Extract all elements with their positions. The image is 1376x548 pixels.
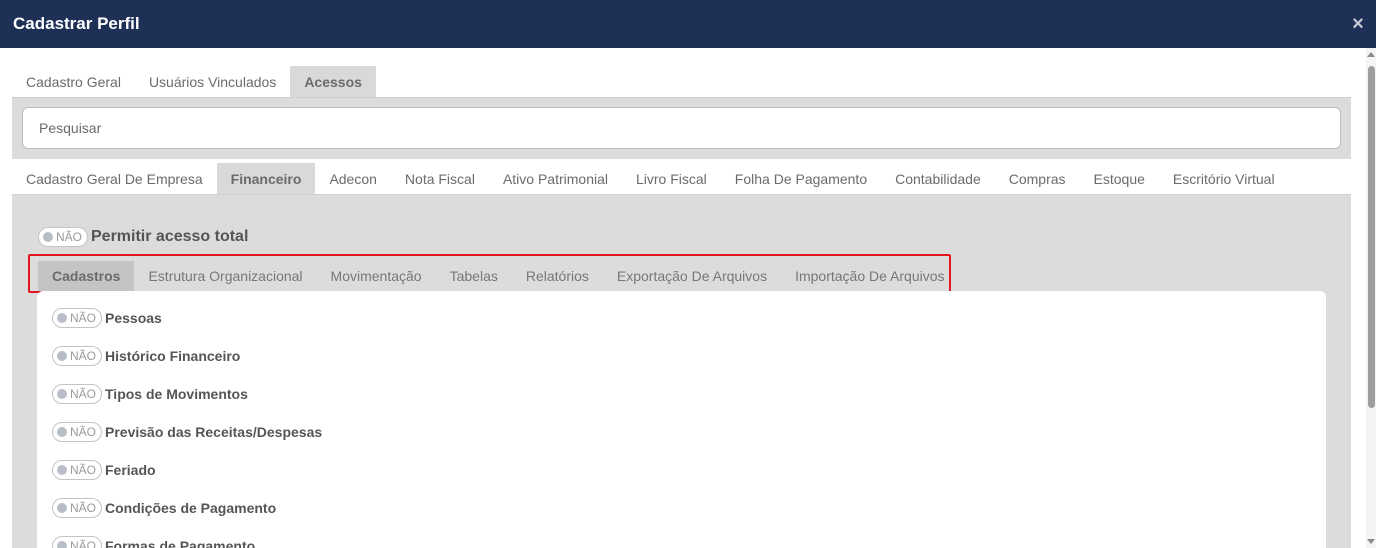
tab-usuarios-vinculados[interactable]: Usuários Vinculados [135, 66, 290, 98]
tab-estoque[interactable]: Estoque [1080, 163, 1159, 195]
tab-adecon[interactable]: Adecon [315, 163, 390, 195]
toggle-knob [43, 232, 53, 242]
scroll-down-icon[interactable] [1367, 539, 1375, 544]
permission-label: Tipos de Movimentos [105, 386, 248, 402]
toggle-knob [57, 389, 67, 399]
search-panel [12, 98, 1351, 159]
total-access-label: Permitir acesso total [91, 228, 249, 245]
tab-ativo-patrimonial[interactable]: Ativo Patrimonial [489, 163, 622, 195]
permission-row: NÃO Histórico Financeiro [52, 346, 240, 366]
permission-label: Condições de Pagamento [105, 500, 277, 516]
permission-row: NÃO Condições de Pagamento [52, 498, 276, 518]
tab-estrutura-organizacional[interactable]: Estrutura Organizacional [134, 261, 316, 291]
tab-tabelas[interactable]: Tabelas [436, 261, 512, 291]
tab-exportacao-de-arquivos[interactable]: Exportação De Arquivos [603, 261, 781, 291]
tab-cadastro-geral[interactable]: Cadastro Geral [12, 66, 135, 98]
profile-tabs: Cadastro Geral Usuários Vinculados Acess… [12, 66, 376, 98]
tab-acessos[interactable]: Acessos [290, 66, 376, 98]
tab-nota-fiscal[interactable]: Nota Fiscal [391, 163, 489, 195]
module-tabs: Cadastro Geral De Empresa Financeiro Ade… [12, 163, 1289, 195]
toggle-knob [57, 503, 67, 513]
toggle-knob [57, 541, 67, 548]
toggle-knob [57, 427, 67, 437]
tab-livro-fiscal[interactable]: Livro Fiscal [622, 163, 721, 195]
tab-relatorios[interactable]: Relatórios [512, 261, 603, 291]
permission-toggle[interactable]: NÃO [52, 536, 102, 548]
permission-row: NÃO Pessoas [52, 308, 162, 328]
permission-row: NÃO Previsão das Receitas/Despesas [52, 422, 322, 442]
permission-row: NÃO Feriado [52, 460, 156, 480]
permission-label: Pessoas [105, 310, 162, 326]
toggle-knob [57, 351, 67, 361]
tab-cadastros[interactable]: Cadastros [38, 261, 135, 291]
permission-toggle[interactable]: NÃO [52, 422, 102, 442]
toggle-state-label: NÃO [70, 501, 97, 515]
toggle-state-label: NÃO [70, 387, 97, 401]
permission-label: Previsão das Receitas/Despesas [105, 424, 323, 440]
permission-toggle[interactable]: NÃO [52, 384, 102, 404]
permission-row: NÃO Formas de Pagamento [52, 536, 255, 548]
tab-cadastro-geral-de-empresa[interactable]: Cadastro Geral De Empresa [12, 163, 217, 195]
toggle-knob [57, 465, 67, 475]
modal-title: Cadastrar Perfil [13, 14, 140, 33]
tab-movimentacao[interactable]: Movimentação [317, 261, 436, 291]
tab-folha-de-pagamento[interactable]: Folha De Pagamento [721, 163, 881, 195]
tab-escritorio-virtual[interactable]: Escritório Virtual [1159, 163, 1289, 195]
search-input[interactable] [22, 107, 1341, 149]
tab-compras[interactable]: Compras [995, 163, 1080, 195]
tab-contabilidade[interactable]: Contabilidade [881, 163, 995, 195]
toggle-state-label: NÃO [70, 463, 97, 477]
total-access-row: NÃO Permitir acesso total [38, 227, 248, 247]
permission-toggle[interactable]: NÃO [52, 346, 102, 366]
scroll-up-icon[interactable] [1367, 52, 1375, 57]
toggle-knob [57, 313, 67, 323]
permission-label: Formas de Pagamento [105, 538, 256, 548]
toggle-state-label: NÃO [70, 539, 97, 548]
vertical-scrollbar[interactable] [1366, 48, 1376, 548]
financeiro-sub-tabs: Cadastros Estrutura Organizacional Movim… [38, 261, 959, 291]
modal-header: Cadastrar Perfil × [0, 0, 1376, 48]
permissions-card: NÃO Pessoas NÃO Histórico Financeiro NÃO… [37, 291, 1326, 548]
permission-toggle[interactable]: NÃO [52, 460, 102, 480]
toggle-state-label: NÃO [70, 349, 97, 363]
permission-label: Feriado [105, 462, 156, 478]
permission-row: NÃO Tipos de Movimentos [52, 384, 248, 404]
permission-toggle[interactable]: NÃO [52, 498, 102, 518]
total-access-toggle[interactable]: NÃO [38, 227, 88, 247]
toggle-state-label: NÃO [70, 311, 97, 325]
scrollbar-thumb[interactable] [1368, 66, 1375, 408]
tab-financeiro[interactable]: Financeiro [216, 163, 316, 195]
tab-importacao-de-arquivos[interactable]: Importação De Arquivos [781, 261, 958, 291]
permission-toggle[interactable]: NÃO [52, 308, 102, 328]
toggle-state-label: NÃO [70, 425, 97, 439]
toggle-state-label: NÃO [56, 230, 83, 244]
permission-label: Histórico Financeiro [105, 348, 241, 364]
close-icon[interactable]: × [1348, 14, 1368, 34]
